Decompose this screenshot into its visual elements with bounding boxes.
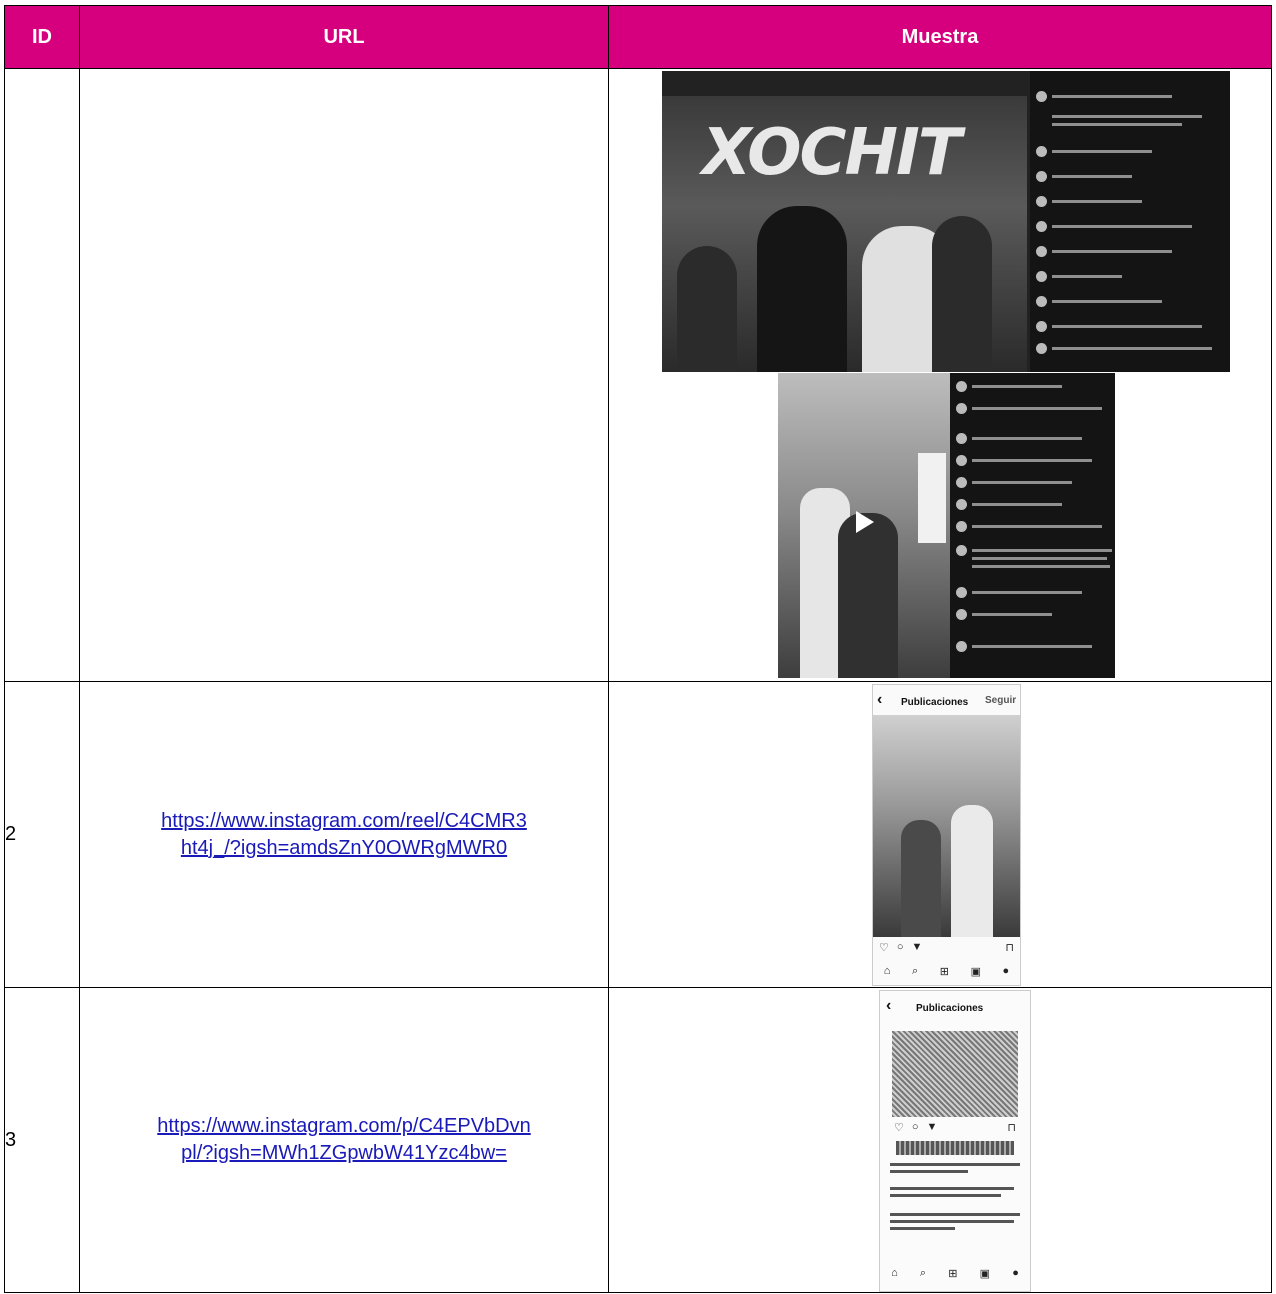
row-url-cell: https://www.instagram.com/p/C4EPVbDvn pl/… xyxy=(79,987,609,1293)
caption-text xyxy=(890,1163,1020,1177)
avatar xyxy=(956,609,967,620)
avatar xyxy=(956,381,967,392)
likes-bar xyxy=(896,1141,1014,1155)
row-id: 2 xyxy=(4,681,80,988)
avatar xyxy=(956,545,967,556)
bookmark-icon[interactable]: ⊓ xyxy=(1005,941,1014,954)
post-photo xyxy=(892,1031,1018,1117)
avatar xyxy=(956,477,967,488)
avatar xyxy=(956,433,967,444)
person-silhouette xyxy=(932,216,992,372)
photo-area xyxy=(778,373,950,678)
profile-icon[interactable]: ● xyxy=(1003,965,1010,978)
post-photo xyxy=(873,715,1020,937)
action-bar: ♡ ○ ▼ ⊓ xyxy=(880,1121,1030,1134)
profile-icon[interactable]: ● xyxy=(1012,1267,1019,1280)
person-silhouette xyxy=(677,246,737,372)
caption-text xyxy=(890,1213,1020,1234)
table-header-row: ID URL Muestra xyxy=(4,5,1272,69)
reels-icon[interactable]: ▣ xyxy=(971,965,981,978)
person-silhouette xyxy=(901,820,941,937)
avatar xyxy=(1036,246,1047,257)
play-icon[interactable] xyxy=(856,511,874,533)
bookmark-icon[interactable]: ⊓ xyxy=(1007,1121,1016,1134)
page-title: Publicaciones xyxy=(916,1003,984,1014)
instagram-post-link[interactable]: https://www.instagram.com/p/C4EPVbDvn pl/… xyxy=(157,1115,530,1164)
row-id: 3 xyxy=(4,987,80,1293)
sample-cell: ‹ Publicaciones ♡ ○ ▼ ⊓ ⌂ ⌕ ⊞ ▣ ● xyxy=(608,987,1272,1293)
avatar xyxy=(1036,221,1047,232)
header-id: ID xyxy=(4,5,80,69)
search-icon[interactable]: ⌕ xyxy=(920,1267,926,1280)
action-bar: ♡ ○ ▼ ⊓ xyxy=(873,941,1020,954)
avatar xyxy=(1036,91,1047,102)
comment-icon[interactable]: ○ xyxy=(912,1121,919,1134)
sign xyxy=(918,453,946,543)
search-icon[interactable]: ⌕ xyxy=(912,965,918,978)
comment-icon[interactable]: ○ xyxy=(897,941,904,954)
table-row: XOCHIT xyxy=(4,68,1272,682)
comments-panel xyxy=(1030,71,1230,372)
bottom-nav: ⌂ ⌕ ⊞ ▣ ● xyxy=(880,1267,1030,1280)
header-url: URL xyxy=(79,5,609,69)
bottom-nav: ⌂ ⌕ ⊞ ▣ ● xyxy=(873,965,1020,978)
avatar xyxy=(956,455,967,466)
url-line: pl/?igsh=MWh1ZGpwbW41Yzc4bw= xyxy=(181,1142,507,1164)
avatar xyxy=(1036,146,1047,157)
add-icon[interactable]: ⊞ xyxy=(940,965,949,978)
back-icon[interactable]: ‹ xyxy=(886,997,891,1015)
comments-panel xyxy=(950,373,1115,678)
home-icon[interactable]: ⌂ xyxy=(884,965,891,978)
sample-cell: XOCHIT xyxy=(608,68,1272,682)
avatar xyxy=(956,641,967,652)
person-silhouette xyxy=(757,206,847,372)
row-url xyxy=(79,68,609,682)
home-icon[interactable]: ⌂ xyxy=(891,1267,898,1280)
avatar xyxy=(956,403,967,414)
row-url-cell: https://www.instagram.com/reel/C4CMR3 ht4… xyxy=(79,681,609,988)
url-line: https://www.instagram.com/reel/C4CMR3 xyxy=(161,809,527,832)
header-sample: Muestra xyxy=(608,5,1272,69)
table-row: 2 https://www.instagram.com/reel/C4CMR3 h… xyxy=(4,681,1272,988)
avatar xyxy=(1036,196,1047,207)
caption-text xyxy=(890,1187,1020,1201)
share-icon[interactable]: ▼ xyxy=(927,1121,938,1134)
photo-area: XOCHIT xyxy=(662,96,1027,372)
sample-screenshot-rally: XOCHIT xyxy=(662,71,1230,372)
avatar xyxy=(956,499,967,510)
reels-icon[interactable]: ▣ xyxy=(980,1267,990,1280)
follow-button[interactable]: Seguir xyxy=(985,695,1016,706)
avatar xyxy=(1036,271,1047,282)
avatar xyxy=(1036,321,1047,332)
sample-screenshot-event xyxy=(778,373,1115,678)
person-silhouette xyxy=(951,805,993,937)
share-icon[interactable]: ▼ xyxy=(912,941,923,954)
evidence-table: ID URL Muestra XOCHIT 2 https://www.inst… xyxy=(4,5,1272,1293)
banner-text: XOCHIT xyxy=(702,116,961,190)
sample-cell: ‹ Publicaciones Seguir ♡ ○ ▼ ⊓ ⌂ ⌕ ⊞ ▣ ● xyxy=(608,681,1272,988)
heart-icon[interactable]: ♡ xyxy=(879,941,889,954)
avatar xyxy=(1036,171,1047,182)
table-row: 3 https://www.instagram.com/p/C4EPVbDvn p… xyxy=(4,987,1272,1293)
avatar xyxy=(1036,296,1047,307)
back-icon[interactable]: ‹ xyxy=(877,691,882,709)
url-line: ht4j_/?igsh=amdsZnY0OWRgMWR0 xyxy=(180,836,508,859)
sample-phone-screenshot: ‹ Publicaciones Seguir ♡ ○ ▼ ⊓ ⌂ ⌕ ⊞ ▣ ● xyxy=(872,684,1021,986)
row-id xyxy=(4,68,80,682)
avatar xyxy=(956,521,967,532)
instagram-reel-link[interactable]: https://www.instagram.com/reel/C4CMR3 ht4… xyxy=(161,810,527,859)
url-line: https://www.instagram.com/p/C4EPVbDvn xyxy=(157,1115,531,1137)
page-title: Publicaciones xyxy=(901,697,969,708)
heart-icon[interactable]: ♡ xyxy=(894,1121,904,1134)
avatar xyxy=(956,587,967,598)
avatar xyxy=(1036,343,1047,354)
add-icon[interactable]: ⊞ xyxy=(948,1267,957,1280)
person-silhouette xyxy=(838,513,898,678)
sample-phone-screenshot: ‹ Publicaciones ♡ ○ ▼ ⊓ ⌂ ⌕ ⊞ ▣ ● xyxy=(879,990,1031,1292)
